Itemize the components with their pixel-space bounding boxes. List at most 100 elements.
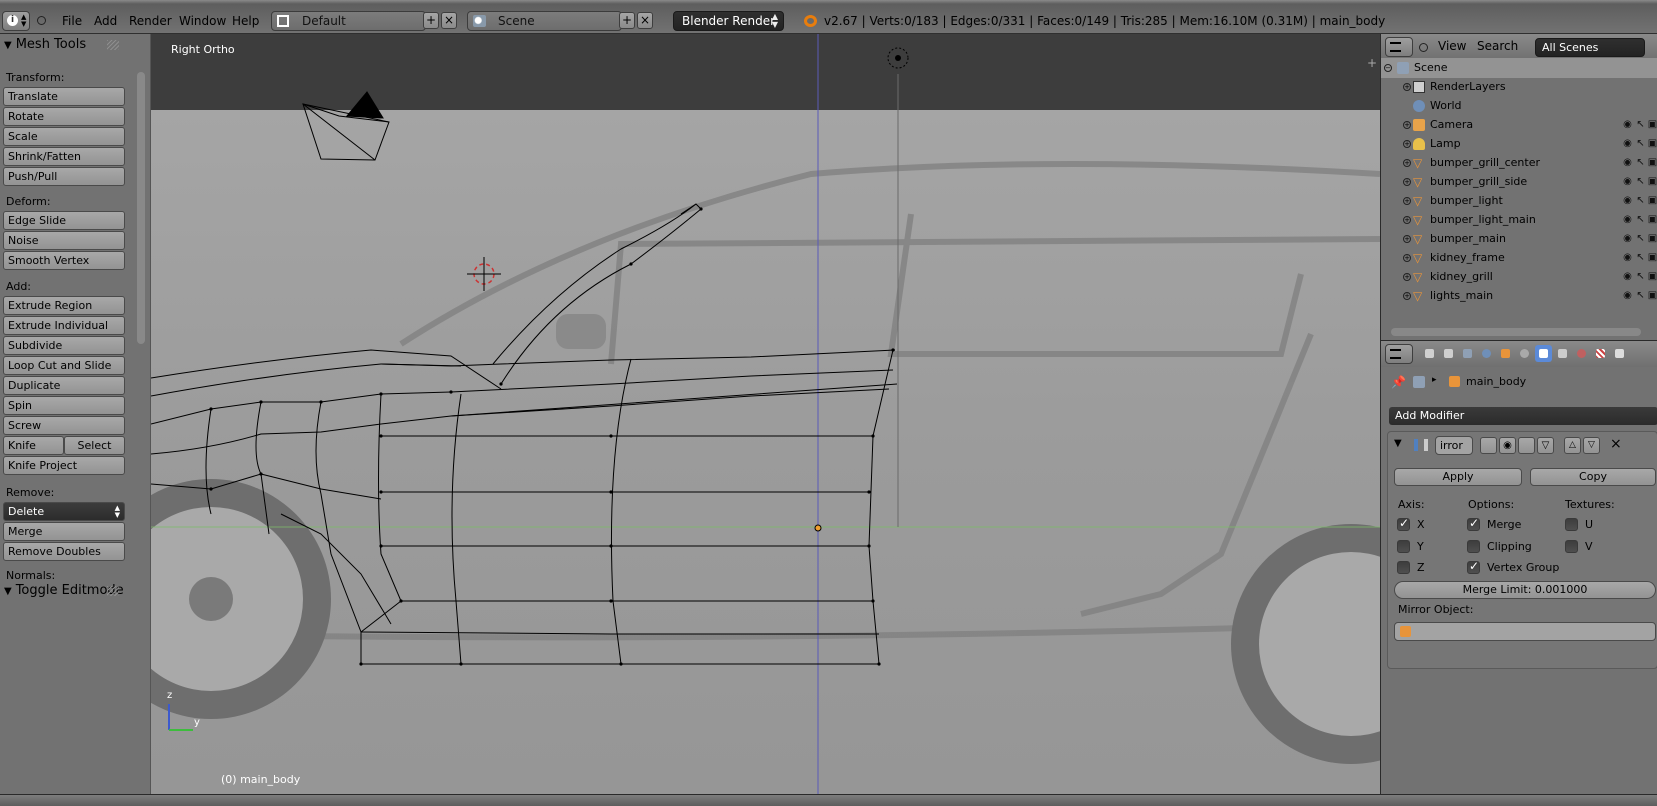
selectable-cursor-icon[interactable]: ↖ xyxy=(1635,138,1646,149)
tab-world[interactable] xyxy=(1478,345,1495,362)
delete-dropdown[interactable]: Delete ▲ ▼ xyxy=(3,502,125,521)
3d-viewport[interactable]: z y Right Ortho (0) main_body + xyxy=(151,34,1380,794)
camera-object[interactable] xyxy=(302,91,390,161)
drag-grip-icon[interactable] xyxy=(107,586,119,596)
merge-checkbox[interactable] xyxy=(1467,516,1480,531)
selectable-cursor-icon[interactable]: ↖ xyxy=(1635,290,1646,301)
renderable-camera-icon[interactable]: ▣ xyxy=(1647,290,1657,301)
render-camera-icon[interactable] xyxy=(1518,437,1535,454)
modifier-name-field[interactable]: irror xyxy=(1435,436,1473,455)
extrude-region-button[interactable]: Extrude Region xyxy=(3,296,125,315)
selectable-cursor-icon[interactable]: ↖ xyxy=(1635,214,1646,225)
renderable-camera-icon[interactable]: ▣ xyxy=(1647,252,1657,263)
remove-modifier-close-icon[interactable]: × xyxy=(1610,436,1622,452)
renderable-camera-icon[interactable]: ▣ xyxy=(1647,157,1657,168)
menu-window[interactable]: Window xyxy=(177,11,228,31)
outliner-row-lamp[interactable]: + Lamp ◉ ↖ ▣ xyxy=(1381,134,1657,154)
outliner-row-object[interactable]: + ▽ bumper_light ◉ ↖ ▣ xyxy=(1381,191,1657,211)
display-eye-icon[interactable]: ◉ xyxy=(1499,437,1516,454)
expand-icon[interactable]: + xyxy=(1403,121,1411,129)
render-engine-dropdown[interactable]: Blender Render ▲ ▼ xyxy=(673,11,784,31)
renderable-camera-icon[interactable]: ▣ xyxy=(1647,214,1657,225)
menu-add[interactable]: Add xyxy=(92,11,119,31)
tab-material[interactable] xyxy=(1573,345,1590,362)
selectable-cursor-icon[interactable]: ↖ xyxy=(1635,233,1646,244)
knife-project-button[interactable]: Knife Project xyxy=(3,456,125,475)
selectable-cursor-icon[interactable]: ↖ xyxy=(1635,157,1646,168)
visibility-eye-icon[interactable]: ◉ xyxy=(1622,176,1633,187)
tab-particles[interactable] xyxy=(1611,345,1628,362)
outliner-row-object[interactable]: + ▽ bumper_grill_center ◉ ↖ ▣ xyxy=(1381,153,1657,173)
texture-v-checkbox[interactable] xyxy=(1565,540,1578,553)
remove-doubles-button[interactable]: Remove Doubles xyxy=(3,542,125,561)
visibility-eye-icon[interactable]: ◉ xyxy=(1622,138,1633,149)
visibility-eye-icon[interactable]: ◉ xyxy=(1622,214,1633,225)
menu-render[interactable]: Render xyxy=(127,11,174,31)
add-scene-button[interactable]: + xyxy=(619,12,635,29)
viewport-plus-icon[interactable]: + xyxy=(1367,56,1377,70)
merge-button[interactable]: Merge xyxy=(3,522,125,541)
tab-data[interactable] xyxy=(1554,345,1571,362)
visibility-eye-icon[interactable]: ◉ xyxy=(1622,233,1633,244)
visibility-eye-icon[interactable]: ◉ xyxy=(1622,119,1633,130)
selectable-cursor-icon[interactable]: ↖ xyxy=(1635,176,1646,187)
outliner-row-renderlayers[interactable]: + RenderLayers xyxy=(1381,77,1657,97)
screw-button[interactable]: Screw xyxy=(3,416,125,435)
selectable-cursor-icon[interactable]: ↖ xyxy=(1635,195,1646,206)
menu-help[interactable]: Help xyxy=(230,11,261,31)
tab-scene[interactable] xyxy=(1459,345,1476,362)
tab-texture[interactable] xyxy=(1592,345,1609,362)
renderable-camera-icon[interactable]: ▣ xyxy=(1647,271,1657,282)
add-layout-button[interactable]: + xyxy=(423,12,439,29)
expand-icon[interactable]: + xyxy=(1403,254,1411,262)
outliner-row-object[interactable]: + ▽ bumper_light_main ◉ ↖ ▣ xyxy=(1381,210,1657,230)
outliner-row-object[interactable]: + ▽ kidney_frame ◉ ↖ ▣ xyxy=(1381,248,1657,268)
toggle-editmode-panel-header[interactable]: ▼ Toggle Editmode xyxy=(0,580,137,602)
remove-scene-button[interactable]: × xyxy=(637,12,653,29)
expand-icon[interactable]: − xyxy=(1384,64,1392,72)
collapse-menu-icon[interactable] xyxy=(37,16,46,25)
vertex-group-checkbox[interactable] xyxy=(1467,559,1480,574)
visibility-eye-icon[interactable]: ◉ xyxy=(1622,271,1633,282)
outliner-menu-search[interactable]: Search xyxy=(1477,39,1518,53)
extrude-individual-button[interactable]: Extrude Individual xyxy=(3,316,125,335)
on-cage-icon[interactable]: ▽ xyxy=(1537,437,1554,454)
merge-limit-slider[interactable]: Merge Limit: 0.001000 xyxy=(1394,581,1656,599)
clipping-checkbox[interactable] xyxy=(1467,540,1480,553)
duplicate-button[interactable]: Duplicate xyxy=(3,376,125,395)
push-pull-button[interactable]: Push/Pull xyxy=(3,167,125,186)
axis-x-checkbox[interactable] xyxy=(1397,516,1410,531)
visibility-eye-icon[interactable]: ◉ xyxy=(1622,195,1633,206)
move-down-icon[interactable]: ▽ xyxy=(1583,437,1600,454)
tab-modifiers[interactable] xyxy=(1535,345,1552,362)
apply-button[interactable]: Apply xyxy=(1394,468,1522,486)
selectable-cursor-icon[interactable]: ↖ xyxy=(1635,271,1646,282)
translate-button[interactable]: Translate xyxy=(3,87,125,106)
expand-icon[interactable]: + xyxy=(1403,140,1411,148)
rotate-button[interactable]: Rotate xyxy=(3,107,125,126)
outliner-row-object[interactable]: + ▽ kidney_grill ◉ ↖ ▣ xyxy=(1381,267,1657,287)
renderable-camera-icon[interactable]: ▣ xyxy=(1647,119,1657,130)
lamp-object[interactable] xyxy=(887,47,909,69)
collapse-triangle-icon[interactable]: ▼ xyxy=(1394,438,1402,449)
loop-cut-slide-button[interactable]: Loop Cut and Slide xyxy=(3,356,125,375)
layout-selector[interactable]: Default xyxy=(271,11,426,31)
menu-file[interactable]: File xyxy=(60,11,84,31)
pin-icon[interactable]: 📌 xyxy=(1391,375,1406,389)
selectable-cursor-icon[interactable]: ↖ xyxy=(1635,119,1646,130)
editor-type-button[interactable] xyxy=(1385,344,1413,364)
renderable-camera-icon[interactable]: ▣ xyxy=(1647,176,1657,187)
expand-icon[interactable]: + xyxy=(1403,292,1411,300)
knife-button[interactable]: Knife xyxy=(3,436,64,455)
edge-slide-button[interactable]: Edge Slide xyxy=(3,211,125,230)
expand-icon[interactable]: + xyxy=(1403,159,1411,167)
outliner-row-world[interactable]: World xyxy=(1381,96,1657,116)
add-modifier-dropdown[interactable]: Add Modifier xyxy=(1389,407,1657,425)
mirror-object-field[interactable] xyxy=(1394,622,1656,641)
expand-icon[interactable]: + xyxy=(1403,216,1411,224)
outliner-menu-view[interactable]: View xyxy=(1438,39,1466,53)
shrink-fatten-button[interactable]: Shrink/Fatten xyxy=(3,147,125,166)
outliner-row-object[interactable]: + ▽ lights_main ◉ ↖ ▣ xyxy=(1381,286,1657,306)
outliner-display-mode-dropdown[interactable]: All Scenes xyxy=(1535,38,1645,57)
visibility-eye-icon[interactable]: ◉ xyxy=(1622,157,1633,168)
